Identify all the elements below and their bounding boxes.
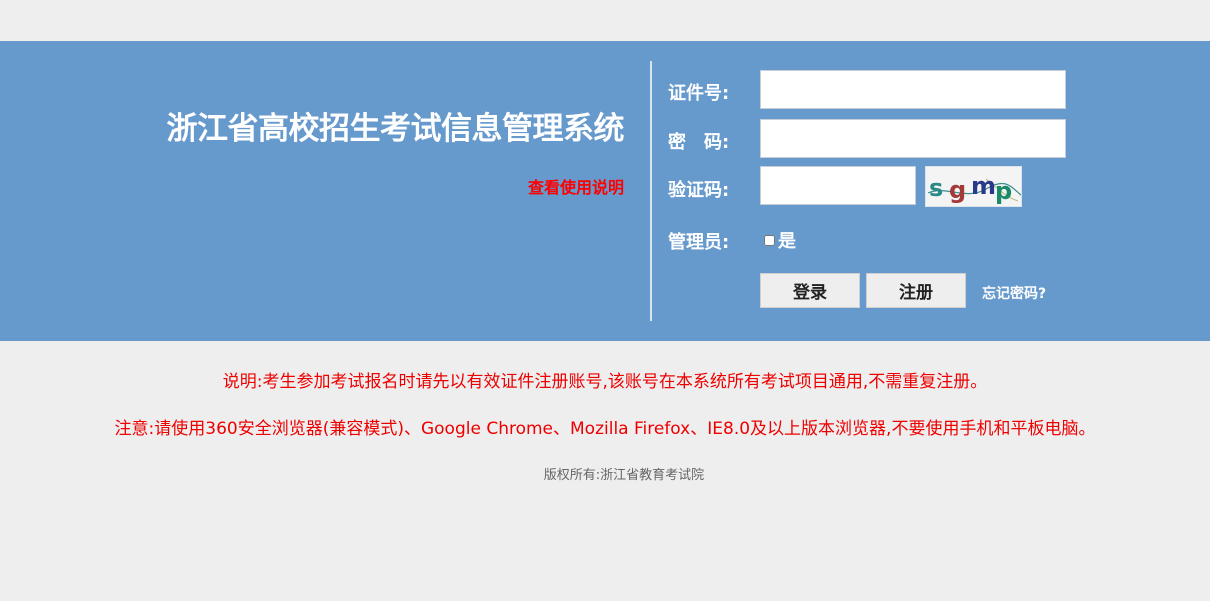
login-button[interactable]: 登录 [760,273,860,308]
captcha-label: 验证码: [668,180,730,201]
attention-notice: 注意:请使用360安全浏览器(兼容模式)、Google Chrome、Mozil… [114,419,1096,439]
captcha-char: p [995,177,1012,205]
explanation-notice: 说明:考生参加考试报名时请先以有效证件注册账号,该账号在本系统所有考试项目通用,… [222,372,988,392]
copyright-text: 版权所有:浙江省教育考试院 [543,468,705,483]
help-link[interactable]: 查看使用说明 [480,174,624,198]
captcha-graphic: s g mp [927,172,1021,205]
admin-checkbox-row[interactable]: 是 [764,228,796,252]
vertical-divider [650,61,652,321]
admin-checkbox-label: 是 [778,231,796,252]
admin-checkbox[interactable] [764,234,775,246]
password-label: 密 码: [668,132,730,153]
system-title: 浙江省高校招生考试信息管理系统 [166,111,625,147]
captcha-char: m [971,172,996,200]
admin-label: 管理员: [668,232,730,253]
id-number-label: 证件号: [668,83,730,104]
captcha-input[interactable] [760,166,916,205]
captcha-char: g [949,176,966,204]
forgot-password-link[interactable]: 忘记密码? [982,283,1046,303]
captcha-text: s g mp [929,172,1012,205]
captcha-char: s [929,174,943,202]
register-button[interactable]: 注册 [866,273,966,308]
captcha-image[interactable]: s g mp [925,166,1022,207]
password-input[interactable] [760,119,1066,158]
id-number-input[interactable] [760,70,1066,109]
